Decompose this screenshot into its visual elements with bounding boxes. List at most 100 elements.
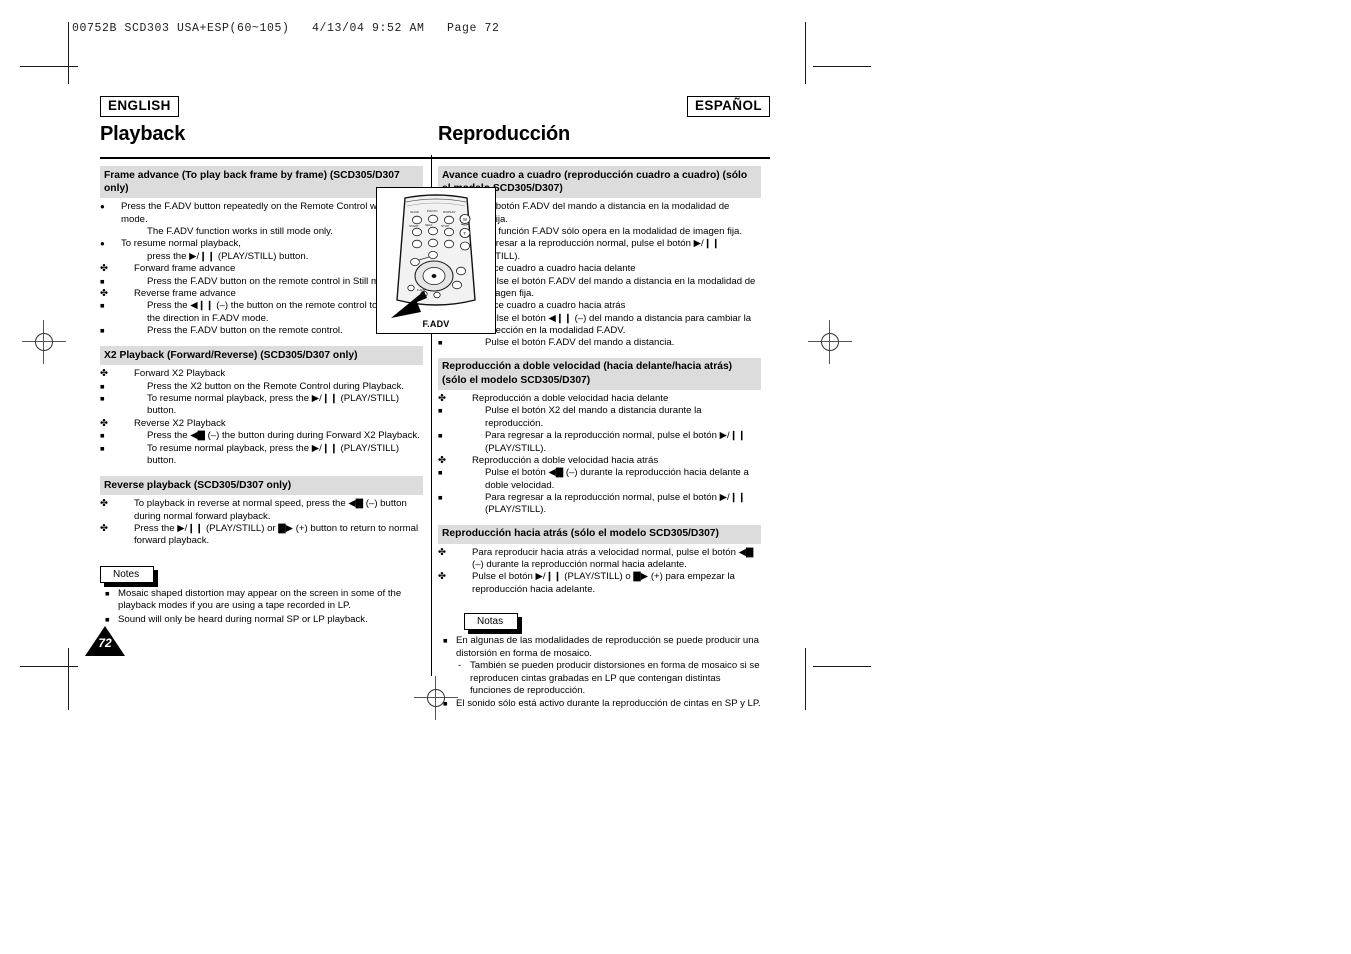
list-item: ■ Pulse el botón ◀▇ (–) durante la reprod… — [438, 467, 761, 492]
language-tag-english: ENGLISH — [100, 96, 179, 117]
crop-mark-top-right-horizontal — [813, 66, 871, 67]
list-item-text: La función F.ADV sólo opera en la modali… — [485, 226, 743, 237]
note-bullet-icon: ■ — [443, 699, 448, 709]
list-bullet-icon: ● — [100, 202, 105, 212]
notes-label: Notas — [464, 613, 519, 631]
list-item: ■ To resume normal playback, press the ▶/… — [100, 393, 423, 418]
page-content: ENGLISH ESPAÑOL Playback Reproducción Fr… — [100, 96, 770, 709]
list-bullet-icon: ✤ — [100, 368, 108, 380]
language-tag-row: ENGLISH ESPAÑOL — [100, 96, 770, 118]
note-text: Mosaic shaped distortion may appear on t… — [118, 587, 402, 612]
svg-text:START: START — [409, 224, 419, 228]
list-item-text: Avance cuadro a cuadro hacia atrás — [472, 300, 626, 312]
list-item-text: Reverse X2 Playback — [134, 417, 226, 429]
list-bullet-icon: ✤ — [100, 498, 108, 510]
section-heading: Reproducción a doble velocidad (hacia de… — [438, 357, 761, 390]
list-item-text: Reproducción a doble velocidad hacia atr… — [472, 454, 659, 466]
note-text: Sound will only be heard during normal S… — [118, 613, 368, 625]
list-bullet-icon: ✤ — [100, 417, 108, 429]
section-heading: Frame advance (To play back frame by fra… — [100, 166, 423, 199]
notes-list: ■ En algunas de las modalidades de reprod… — [438, 635, 761, 711]
crop-mark-top-left-horizontal — [20, 66, 78, 67]
list-item-text: Forward X2 Playback — [134, 368, 226, 380]
list-bullet-icon: ✤ — [438, 571, 446, 583]
svg-text:DISPLAY: DISPLAY — [443, 210, 455, 214]
list-item: ✤ Forward X2 Playback — [100, 368, 423, 380]
note-text: El sonido sólo está activo durante la re… — [456, 698, 761, 710]
list-item-text: To resume normal playback, press the ▶/❙… — [147, 393, 400, 417]
note-item: ■ Mosaic shaped distortion may appear on … — [100, 588, 423, 613]
svg-text:F.ADV: F.ADV — [417, 288, 426, 292]
list-bullet-icon: ■ — [438, 338, 443, 348]
list-item-text: Avance cuadro a cuadro hacia delante — [472, 263, 636, 275]
list-bullet-icon: ■ — [100, 431, 105, 441]
note-item: ■ El sonido sólo está activo durante la r… — [438, 698, 761, 710]
list-bullet-icon: ✤ — [438, 546, 446, 558]
list-item: ■ To resume normal playback, press the ▶/… — [100, 443, 423, 468]
svg-text:PHOTO: PHOTO — [427, 209, 438, 213]
list-item: ■ Para regresar a la reproducción normal,… — [438, 430, 761, 455]
list-item-text: Para regresar a la reproducción normal, … — [459, 238, 720, 261]
note-text: También se pueden producir distorsiones … — [470, 660, 760, 696]
list-item: ■ Press the F.ADV button on the remote co… — [100, 325, 423, 337]
note-item: ■ En algunas de las modalidades de reprod… — [438, 635, 761, 660]
list-bullet-icon: ■ — [100, 276, 105, 286]
list-item: ■ Press the F.ADV button on the remote co… — [100, 276, 423, 288]
remote-control-icon: SLOW PHOTO DISPLAY START SELF STOP W T F… — [391, 194, 476, 318]
list-item-text: Para reproducir hacia atrás a velocidad … — [472, 546, 754, 570]
figure-caption-fadv: F.ADV — [422, 319, 450, 329]
list-item: press the ▶/❙❙ (PLAY/STILL) button. — [100, 251, 423, 263]
list-item-text: Para regresar a la reproducción normal, … — [485, 492, 746, 516]
section: Reverse playback (SCD305/D307 only) ✤ To p… — [100, 476, 423, 547]
list-item: ■ Pulse el botón X2 del mando a distancia… — [438, 405, 761, 430]
svg-text:W: W — [463, 217, 467, 222]
section-heading: Reproducción hacia atrás (sólo el modelo… — [438, 524, 761, 544]
list-item-text: Pulse el botón ◀▇ (–) durante la reprodu… — [485, 467, 749, 491]
page-title-spanish: Reproducción — [438, 123, 571, 145]
manual-page: 00752B SCD303 USA+ESP(60~105) 4/13/04 9:… — [0, 0, 1351, 954]
list-item-text: Reproducción a doble velocidad hacia del… — [472, 393, 669, 404]
registration-mark-right — [808, 320, 852, 364]
list-bullet-icon: ■ — [100, 394, 105, 403]
list-item-text: Pulse el botón F.ADV del mando a distanc… — [459, 201, 730, 225]
list-item-text: Pulse el botón F.ADV del mando a distanc… — [485, 337, 675, 349]
section-list: ● Press the F.ADV button repeatedly on th… — [100, 201, 423, 337]
list-item-text: To resume normal playback, press the ▶/❙… — [147, 442, 400, 466]
list-item: ■ Press the X2 button on the Remote Contr… — [100, 381, 423, 393]
list-bullet-icon: ■ — [438, 431, 443, 441]
list-bullet-icon: ■ — [100, 301, 105, 311]
section: Reproducción hacia atrás (sólo el modelo… — [438, 524, 761, 597]
svg-text:STOP: STOP — [441, 224, 449, 228]
crop-mark-bottom-left-vertical — [68, 648, 69, 710]
title-rule — [100, 157, 770, 159]
list-item: ✤ Reverse X2 Playback — [100, 418, 423, 430]
list-bullet-icon: ● — [100, 239, 105, 249]
list-item: ✤ Press the ▶/❙❙ (PLAY/STILL) or ▇▶ (+) b… — [100, 523, 423, 548]
page-title-english: Playback — [100, 123, 186, 145]
page-title-row: Playback Reproducción — [100, 123, 770, 153]
svg-text:T: T — [463, 231, 466, 236]
notes-box: Notas — [464, 613, 523, 635]
crop-mark-top-right-vertical — [805, 22, 806, 84]
list-bullet-icon: ✤ — [100, 522, 108, 534]
list-item: ✤ Reproducción a doble velocidad hacia de… — [438, 393, 761, 405]
section: Reproducción a doble velocidad (hacia de… — [438, 357, 761, 517]
page-number-badge: 72 — [84, 625, 126, 657]
list-bullet-icon: ✤ — [100, 263, 108, 275]
list-item-text: Press the X2 button on the Remote Contro… — [147, 380, 405, 392]
list-item-text: Press the ▶/❙❙ (PLAY/STILL) or ▇▶ (+) bu… — [134, 522, 419, 547]
list-item-text: Para regresar a la reproducción normal, … — [485, 430, 746, 454]
list-item: The F.ADV function works in still mode o… — [100, 226, 423, 238]
list-bullet-icon: ■ — [438, 468, 443, 478]
notes-list: ■ Mosaic shaped distortion may appear on … — [100, 588, 423, 626]
column-english: Frame advance (To play back frame by fra… — [100, 166, 423, 626]
remote-control-figure: SLOW PHOTO DISPLAY START SELF STOP W T F… — [376, 187, 496, 334]
section-list: ✤ Para reproducir hacia atrás a velocidad… — [438, 547, 761, 597]
list-bullet-icon: ✤ — [100, 287, 108, 299]
list-item-text: Pulse el botón F.ADV del mando a distanc… — [485, 275, 756, 299]
list-item: ✤ To playback in reverse at normal speed,… — [100, 498, 423, 523]
list-item-text: Press the ◀▇ (–) the button during durin… — [147, 430, 420, 442]
crop-mark-top-left-vertical — [68, 22, 69, 84]
section-list: ✤ Forward X2 Playback ■ Press the X2 button… — [100, 368, 423, 467]
notes-label: Notes — [100, 565, 155, 583]
